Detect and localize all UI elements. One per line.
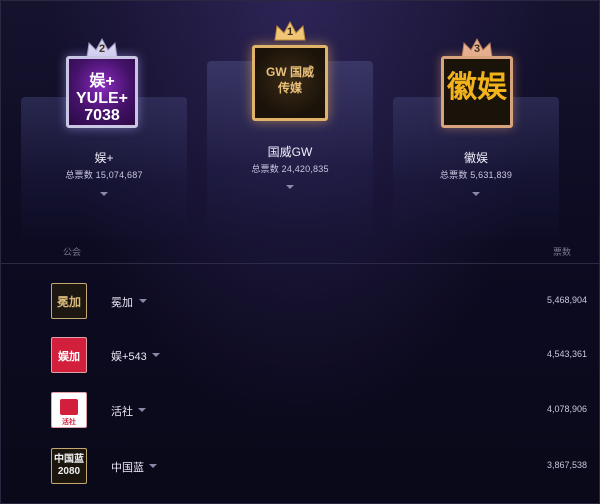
chevron-down-icon[interactable] xyxy=(139,299,147,303)
union-avatar[interactable]: 徽娱 xyxy=(441,56,513,128)
logo-text: 徽娱 xyxy=(447,71,507,104)
chevron-down-icon[interactable] xyxy=(149,464,157,468)
total-votes: 总票数 15,074,687 xyxy=(65,170,143,180)
vote-count: 4,078,906 xyxy=(546,404,587,414)
total-votes: 总票数 24,420,835 xyxy=(251,164,329,174)
chevron-down-icon[interactable] xyxy=(152,353,160,357)
union-name: 娱+ xyxy=(94,151,114,165)
crown-icon: 1 xyxy=(272,20,308,42)
union-logo[interactable]: 娱加 xyxy=(51,337,87,373)
chevron-down-icon[interactable] xyxy=(472,192,480,196)
total-votes: 总票数 5,631,839 xyxy=(439,170,513,180)
union-avatar[interactable]: GW 国威传媒 xyxy=(252,45,328,121)
table-row[interactable]: 活社 活社 4,078,906 xyxy=(1,392,600,436)
rank-number: 2 xyxy=(98,43,106,55)
union-logo[interactable]: 中国蓝 2080 xyxy=(51,448,87,484)
union-name[interactable]: 中国蓝 xyxy=(111,459,144,475)
rank-number: 3 xyxy=(473,43,481,55)
union-logo[interactable]: 冕加 xyxy=(51,283,87,319)
table-row[interactable]: 娱加 娱+543 4,543,361 xyxy=(1,337,600,381)
rank-number: 1 xyxy=(286,26,294,38)
union-name[interactable]: 活社 xyxy=(111,403,133,419)
union-name[interactable]: 冕加 xyxy=(111,294,133,310)
chevron-down-icon[interactable] xyxy=(286,185,294,189)
union-avatar[interactable]: 娱+ YULE+ 7038 xyxy=(66,56,138,128)
logo-text: 娱+ YULE+ 7038 xyxy=(75,73,128,124)
column-header-union: 公会 xyxy=(63,247,82,257)
column-header-votes: 票数 xyxy=(552,247,571,257)
ranking-page: 2 娱+ YULE+ 7038 娱+ 总票数 15,074,687 1 GW 国… xyxy=(0,0,600,504)
table-row[interactable]: 中国蓝 2080 中国蓝 3,867,538 xyxy=(1,448,600,492)
union-name: 国威GW xyxy=(267,145,313,159)
chevron-down-icon[interactable] xyxy=(138,408,146,412)
union-logo[interactable]: 活社 xyxy=(51,392,87,428)
chevron-down-icon[interactable] xyxy=(100,192,108,196)
logo-mark xyxy=(60,399,78,415)
vote-count: 5,468,904 xyxy=(546,295,587,305)
logo-text: GW 国威传媒 xyxy=(266,65,314,95)
vote-count: 4,543,361 xyxy=(546,349,587,359)
vote-count: 3,867,538 xyxy=(546,460,587,470)
union-name: 徽娱 xyxy=(463,151,488,165)
table-row[interactable]: 冕加 冕加 5,468,904 xyxy=(1,283,600,327)
divider xyxy=(1,263,600,264)
union-name[interactable]: 娱+543 xyxy=(111,348,147,364)
